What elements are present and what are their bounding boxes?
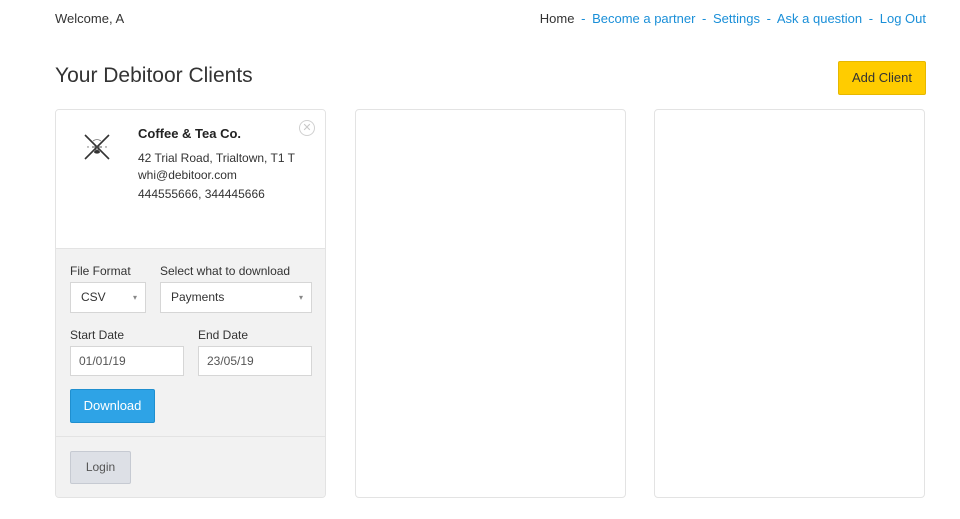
top-bar: Welcome, A Home - Become a partner - Set… (55, 11, 926, 27)
nav-separator: - (766, 11, 771, 26)
start-date-input[interactable] (70, 346, 184, 376)
chevron-down-icon: ▾ (132, 293, 137, 302)
client-card: ✕ Coffee & Tea Co. 42 Trial Road, Trialt… (55, 109, 326, 498)
nav-separator: - (868, 11, 874, 26)
start-date-label: Start Date (70, 328, 125, 342)
welcome-text: Welcome, A (55, 11, 125, 26)
end-date-input[interactable] (198, 346, 312, 376)
nav-separator: - (581, 11, 586, 26)
close-icon[interactable]: ✕ (299, 120, 315, 136)
empty-client-card (654, 109, 925, 498)
nav-ask-question-link[interactable]: Ask a question (777, 11, 862, 26)
file-format-select[interactable]: CSV ▾ (70, 282, 146, 313)
download-panel: File Format Select what to download CSV … (56, 248, 325, 437)
login-button[interactable]: Login (70, 451, 131, 484)
client-phones: 444555666, 344445666 (138, 187, 265, 201)
client-address: 42 Trial Road, Trialtown, T1 T (138, 151, 295, 165)
download-type-select[interactable]: Payments ▾ (160, 282, 312, 313)
coffee-logo-icon (84, 134, 110, 160)
file-format-label: File Format (70, 264, 131, 278)
nav-become-partner-link[interactable]: Become a partner (592, 11, 695, 26)
end-date-label: End Date (198, 328, 249, 342)
download-type-label: Select what to download (160, 264, 291, 278)
chevron-down-icon: ▾ (298, 293, 303, 302)
top-nav: Home - Become a partner - Settings - Ask… (540, 11, 926, 26)
client-info: ✕ Coffee & Tea Co. 42 Trial Road, Trialt… (56, 110, 325, 248)
nav-separator: - (702, 11, 707, 26)
client-email: whi@debitoor.com (138, 168, 237, 182)
nav-home-link[interactable]: Home (540, 11, 575, 26)
login-panel: Login (56, 437, 325, 497)
download-type-value: Payments (171, 290, 225, 304)
add-client-button[interactable]: Add Client (838, 61, 926, 95)
client-name: Coffee & Tea Co. (138, 126, 242, 141)
nav-settings-link[interactable]: Settings (713, 11, 760, 26)
empty-client-card (355, 109, 626, 498)
file-format-value: CSV (81, 290, 106, 304)
nav-logout-link[interactable]: Log Out (880, 11, 926, 26)
download-button[interactable]: Download (70, 389, 155, 423)
page-title: Your Debitoor Clients (55, 64, 253, 87)
